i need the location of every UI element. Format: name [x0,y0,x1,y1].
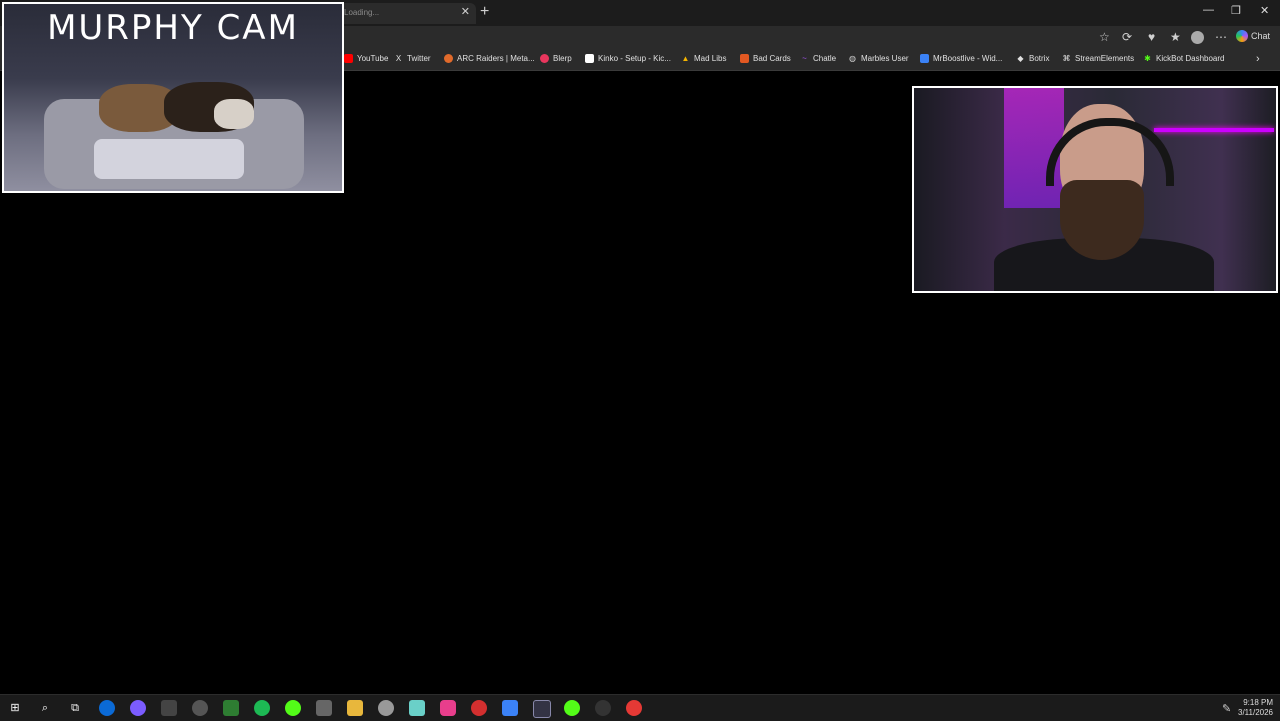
network-icon[interactable]: ✎ [1222,702,1231,715]
madlibs-icon: ▲ [681,54,690,63]
kickbot-icon: ✱ [1144,54,1151,63]
bookmark-blerp[interactable]: Blerp [540,54,572,63]
globe-icon: ◍ [849,54,856,63]
bookmark-youtube[interactable]: YouTube [344,54,388,63]
app-icon[interactable] [502,700,518,716]
edge-icon[interactable] [99,700,115,716]
bookmark-mad-libs[interactable]: ▲ Mad Libs [681,54,727,63]
murphy-cam-title: MURPHY CAM [47,8,299,48]
windows-start-icon[interactable]: ⊞ [7,700,23,716]
app-icon[interactable] [564,700,580,716]
app-icon[interactable] [223,700,239,716]
close-tab-icon[interactable]: ✕ [461,5,470,18]
close-window-icon[interactable]: ✕ [1260,4,1269,17]
spotify-icon[interactable] [254,700,270,716]
copilot-chat-button[interactable]: Chat [1236,30,1270,42]
new-tab-button[interactable]: + [480,3,489,21]
app-icon[interactable] [533,700,551,718]
bookmark-twitter[interactable]: X Twitter [394,54,431,63]
x-icon: X [395,54,402,63]
webcam-overlay [912,86,1278,293]
bookmark-kickbot[interactable]: ✱ KickBot Dashboard [1143,54,1224,63]
pillow-image [94,139,244,179]
neon-light-image [1154,128,1274,132]
app-icon[interactable] [409,700,425,716]
address-bar[interactable] [338,29,1088,47]
bookmark-bad-cards[interactable]: Bad Cards [740,54,791,63]
bookmark-marbles-user[interactable]: ◍ Marbles User [848,54,909,63]
windows-taskbar: ⊞ ⌕ ⧉ ✎ 9:18 PM 3/11/2026 [0,694,1280,721]
youtube-icon [344,54,353,63]
app-icon[interactable] [595,700,611,716]
app-icon[interactable] [161,700,177,716]
tab-title: Loading... [344,8,380,17]
app-icon[interactable] [440,700,456,716]
browser-essentials-icon[interactable]: ♥ [1148,30,1155,44]
profile-avatar[interactable] [1191,31,1204,44]
clock-date: 3/11/2026 [1238,708,1273,717]
search-icon[interactable]: ⌕ [37,700,53,716]
bookmark-arc-raiders[interactable]: ARC Raiders | Meta... [444,54,535,63]
botrix-icon: ◆ [1017,54,1024,63]
extensions-icon[interactable]: ⟳ [1122,30,1132,44]
more-menu-icon[interactable]: ⋯ [1215,30,1227,44]
chatle-icon: ~ [802,54,807,63]
app-icon[interactable] [626,700,642,716]
bookmark-botrix[interactable]: ◆ Botrix [1016,54,1049,63]
badcards-icon [740,54,749,63]
chevron-right-icon[interactable]: › [1256,53,1260,65]
murphy-cam-overlay: MURPHY CAM [2,2,344,193]
mrboost-icon [920,54,929,63]
clock-time: 9:18 PM [1243,698,1273,707]
blerp-icon [540,54,549,63]
dog-image [214,99,254,129]
bookmark-chatle[interactable]: ~ Chatle [800,54,836,63]
restore-icon[interactable]: ❐ [1231,4,1241,17]
favorites-icon[interactable]: ★ [1170,30,1181,44]
app-icon[interactable] [316,700,332,716]
bookmark-streamelements[interactable]: ⌘ StreamElements [1062,54,1135,63]
app-icon[interactable] [130,700,146,716]
app-icon[interactable] [285,700,301,716]
clock[interactable]: 9:18 PM 3/11/2026 [1238,698,1273,718]
streamelements-icon: ⌘ [1062,54,1071,63]
copilot-icon [1236,30,1248,42]
file-explorer-icon[interactable] [347,700,363,716]
arc-icon [444,54,453,63]
favorite-star-icon[interactable]: ☆ [1099,30,1110,44]
chat-label: Chat [1251,31,1271,41]
app-icon[interactable] [471,700,487,716]
minimize-icon[interactable]: — [1203,4,1214,16]
app-icon[interactable] [378,700,394,716]
browser-tab[interactable]: Loading... ✕ [336,3,476,24]
bookmark-mrboostlive[interactable]: MrBoostlive - Wid... [920,54,1002,63]
bookmark-kinko[interactable]: Kinko - Setup - Kic... [585,54,671,63]
task-view-icon[interactable]: ⧉ [67,700,83,716]
streamer-image [1060,180,1144,260]
app-icon[interactable] [192,700,208,716]
kinko-icon [585,54,594,63]
